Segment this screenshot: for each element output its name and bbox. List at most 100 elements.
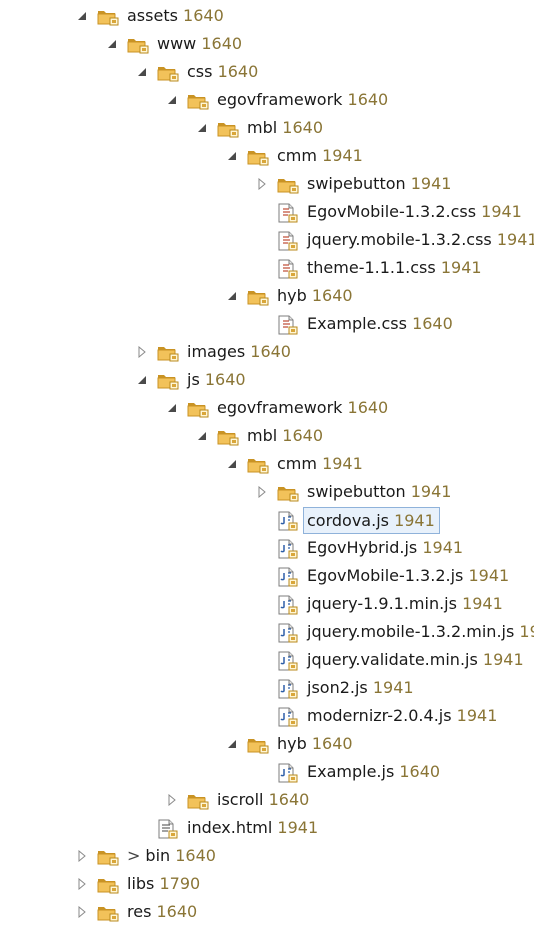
tree-expanded-arrow-icon[interactable]	[165, 86, 179, 114]
tree-item-name: www	[157, 34, 197, 53]
tree-expanded-arrow-icon[interactable]	[105, 30, 119, 58]
tree-item-label[interactable]: modernizr-2.0.4.js 1941	[307, 702, 497, 730]
tree-item-label[interactable]: jquery.validate.min.js 1941	[307, 646, 524, 674]
tree-expanded-arrow-icon[interactable]	[225, 142, 239, 170]
svn-revision-number: 1790	[159, 874, 201, 893]
html-file-icon	[157, 819, 179, 839]
tree-item-name: modernizr-2.0.4.js	[307, 706, 452, 725]
tree-collapsed-arrow-icon[interactable]	[255, 478, 269, 506]
js-file-icon	[277, 707, 299, 727]
svn-revision-number: 1640	[250, 342, 291, 361]
tree-row[interactable]: hyb 1640	[0, 282, 534, 310]
tree-row[interactable]: hyb 1640	[0, 730, 534, 758]
tree-row[interactable]: EgovMobile-1.3.2.js 1941	[0, 562, 534, 590]
tree-item-label[interactable]: hyb 1640	[277, 730, 353, 758]
tree-item-label[interactable]: mbl 1640	[247, 422, 323, 450]
tree-collapsed-arrow-icon[interactable]	[135, 338, 149, 366]
tree-row[interactable]: www 1640	[0, 30, 534, 58]
tree-collapsed-arrow-icon[interactable]	[75, 870, 89, 898]
svn-folder-icon	[97, 7, 119, 27]
tree-row[interactable]: EgovMobile-1.3.2.css 1941	[0, 198, 534, 226]
tree-row[interactable]: swipebutton 1941	[0, 478, 534, 506]
tree-item-label[interactable]: res 1640	[127, 898, 197, 926]
tree-item-name: js	[187, 370, 200, 389]
tree-row[interactable]: > bin 1640	[0, 842, 534, 870]
tree-item-label[interactable]: js 1640	[187, 366, 246, 394]
tree-item-label[interactable]: jquery.mobile-1.3.2.css 1941	[307, 226, 534, 254]
tree-row[interactable]: jquery-1.9.1.min.js 1941	[0, 590, 534, 618]
tree-row[interactable]: Example.css 1640	[0, 310, 534, 338]
tree-item-label[interactable]: Example.js 1640	[307, 758, 440, 786]
tree-expanded-arrow-icon[interactable]	[165, 394, 179, 422]
svn-revision-number: 1941	[410, 174, 452, 193]
tree-item-label[interactable]: images 1640	[187, 338, 291, 366]
tree-item-label[interactable]: css 1640	[187, 58, 258, 86]
tree-collapsed-arrow-icon[interactable]	[75, 898, 89, 926]
tree-row[interactable]: cmm 1941	[0, 142, 534, 170]
tree-row[interactable]: iscroll 1640	[0, 786, 534, 814]
tree-collapsed-arrow-icon[interactable]	[165, 786, 179, 814]
tree-row[interactable]: assets 1640	[0, 2, 534, 30]
tree-item-label[interactable]: hyb 1640	[277, 282, 353, 310]
tree-item-label[interactable]: Example.css 1640	[307, 310, 453, 338]
tree-row[interactable]: cordova.js 1941	[0, 506, 534, 534]
tree-row[interactable]: libs 1790	[0, 870, 534, 898]
tree-item-label[interactable]: json2.js 1941	[307, 674, 414, 702]
tree-item-label[interactable]: theme-1.1.1.css 1941	[307, 254, 482, 282]
tree-item-label[interactable]: assets 1640	[127, 2, 224, 30]
tree-row[interactable]: css 1640	[0, 58, 534, 86]
tree-row[interactable]: EgovHybrid.js 1941	[0, 534, 534, 562]
tree-row[interactable]: theme-1.1.1.css 1941	[0, 254, 534, 282]
tree-item-label[interactable]: EgovMobile-1.3.2.js 1941	[307, 562, 509, 590]
tree-row[interactable]: Example.js 1640	[0, 758, 534, 786]
tree-item-name: iscroll	[217, 790, 264, 809]
tree-collapsed-arrow-icon[interactable]	[255, 170, 269, 198]
tree-item-label[interactable]: swipebutton 1941	[307, 170, 451, 198]
tree-row[interactable]: cmm 1941	[0, 450, 534, 478]
tree-row[interactable]: egovframework 1640	[0, 86, 534, 114]
tree-item-name: json2.js	[307, 678, 368, 697]
tree-expanded-arrow-icon[interactable]	[225, 282, 239, 310]
tree-item-label[interactable]: jquery.mobile-1.3.2.min.js 1941	[307, 618, 534, 646]
tree-item-label[interactable]: iscroll 1640	[217, 786, 309, 814]
tree-row[interactable]: egovframework 1640	[0, 394, 534, 422]
tree-row[interactable]: jquery.mobile-1.3.2.css 1941	[0, 226, 534, 254]
tree-row[interactable]: jquery.mobile-1.3.2.min.js 1941	[0, 618, 534, 646]
tree-item-label-selected[interactable]: cordova.js 1941	[303, 507, 440, 534]
tree-item-label[interactable]: www 1640	[157, 30, 242, 58]
tree-item-label[interactable]: EgovMobile-1.3.2.css 1941	[307, 198, 522, 226]
tree-item-label[interactable]: swipebutton 1941	[307, 478, 451, 506]
tree-item-name: hyb	[277, 734, 307, 753]
tree-row[interactable]: mbl 1640	[0, 422, 534, 450]
svn-revision-number: 1640	[282, 118, 323, 137]
tree-item-name: jquery.validate.min.js	[307, 650, 478, 669]
tree-row[interactable]: modernizr-2.0.4.js 1941	[0, 702, 534, 730]
tree-expanded-arrow-icon[interactable]	[225, 730, 239, 758]
tree-item-label[interactable]: mbl 1640	[247, 114, 323, 142]
tree-item-label[interactable]: index.html 1941	[187, 814, 318, 842]
tree-item-label[interactable]: egovframework 1640	[217, 394, 388, 422]
tree-expanded-arrow-icon[interactable]	[135, 366, 149, 394]
tree-item-label[interactable]: cmm 1941	[277, 450, 363, 478]
tree-expanded-arrow-icon[interactable]	[225, 450, 239, 478]
tree-expanded-arrow-icon[interactable]	[195, 422, 209, 450]
tree-item-label[interactable]: cmm 1941	[277, 142, 363, 170]
tree-row[interactable]: swipebutton 1941	[0, 170, 534, 198]
tree-collapsed-arrow-icon[interactable]	[75, 842, 89, 870]
tree-item-label[interactable]: EgovHybrid.js 1941	[307, 534, 463, 562]
tree-item-label[interactable]: jquery-1.9.1.min.js 1941	[307, 590, 503, 618]
tree-row[interactable]: js 1640	[0, 366, 534, 394]
tree-row[interactable]: mbl 1640	[0, 114, 534, 142]
tree-expanded-arrow-icon[interactable]	[195, 114, 209, 142]
tree-row[interactable]: index.html 1941	[0, 814, 534, 842]
tree-row[interactable]: json2.js 1941	[0, 674, 534, 702]
tree-row[interactable]: jquery.validate.min.js 1941	[0, 646, 534, 674]
tree-expanded-arrow-icon[interactable]	[135, 58, 149, 86]
tree-item-label[interactable]: egovframework 1640	[217, 86, 388, 114]
tree-row[interactable]: images 1640	[0, 338, 534, 366]
tree-item-label[interactable]: > bin 1640	[127, 842, 216, 870]
svn-revision-number: 1640	[311, 734, 353, 753]
tree-row[interactable]: res 1640	[0, 898, 534, 926]
tree-item-label[interactable]: libs 1790	[127, 870, 200, 898]
tree-expanded-arrow-icon[interactable]	[75, 2, 89, 30]
